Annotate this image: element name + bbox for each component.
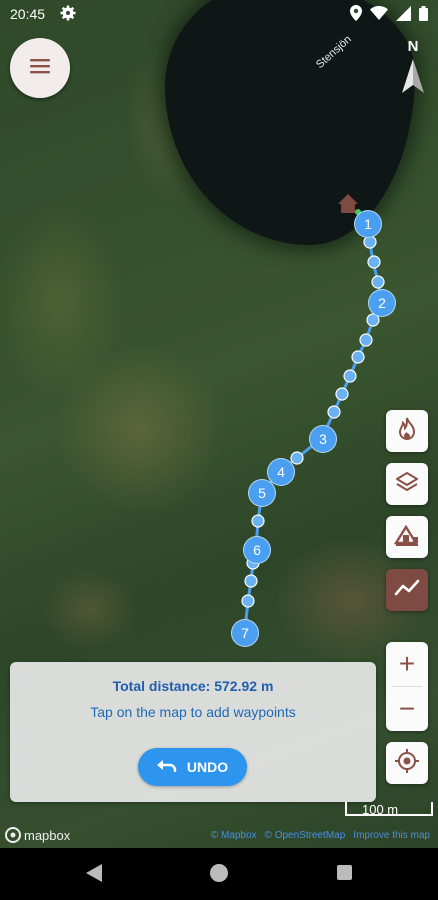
back-icon[interactable] xyxy=(86,864,102,887)
route-mode-button[interactable] xyxy=(386,569,428,611)
shelter-icon xyxy=(393,523,420,552)
undo-label: UNDO xyxy=(186,759,229,775)
fire-button[interactable] xyxy=(386,410,428,452)
mapbox-logo-text: mapbox xyxy=(24,827,71,843)
location-icon xyxy=(350,5,362,24)
battery-icon xyxy=(419,5,428,24)
gear-icon xyxy=(60,5,76,24)
clock: 20:45 xyxy=(10,6,46,22)
waypoint-marker[interactable]: 7 xyxy=(231,619,259,647)
waypoint-marker[interactable]: 2 xyxy=(368,289,396,317)
fire-icon xyxy=(396,417,418,446)
route-dot xyxy=(251,514,265,528)
waypoint-marker[interactable]: 1 xyxy=(354,210,382,238)
total-distance: Total distance: 572.92 m xyxy=(112,678,274,694)
scale-label: 100 m xyxy=(362,802,399,817)
status-bar: 20:45 xyxy=(0,0,438,28)
gps-locate-icon xyxy=(394,748,420,779)
route-dot xyxy=(244,574,258,588)
cabin-icon xyxy=(338,194,361,215)
route-dot xyxy=(241,594,255,608)
mapbox-logo-icon xyxy=(5,827,21,843)
route-dot xyxy=(351,350,365,364)
shelter-button[interactable] xyxy=(386,516,428,558)
mapbox-logo[interactable]: mapbox xyxy=(5,827,70,843)
hint-text: Tap on the map to add waypoints xyxy=(90,704,296,720)
hamburger-menu-icon xyxy=(30,58,50,79)
route-dot xyxy=(335,387,349,401)
zoom-controls: + − xyxy=(386,642,428,731)
route-dot xyxy=(371,275,385,289)
locate-button[interactable] xyxy=(386,742,428,784)
menu-button[interactable] xyxy=(10,38,70,98)
attribution-improve-link[interactable]: Improve this map xyxy=(353,830,430,841)
compass-arrow-icon xyxy=(402,59,424,93)
undo-icon xyxy=(156,759,177,776)
recent-apps-icon[interactable] xyxy=(337,865,352,880)
wifi-icon xyxy=(370,6,388,23)
undo-button[interactable]: UNDO xyxy=(138,748,247,786)
waypoint-marker[interactable]: 3 xyxy=(309,425,337,453)
route-info-panel: Total distance: 572.92 m Tap on the map … xyxy=(10,662,376,802)
route-dot xyxy=(367,255,381,269)
layers-icon xyxy=(395,470,419,499)
route-dot xyxy=(359,333,373,347)
layers-button[interactable] xyxy=(386,463,428,505)
signal-icon xyxy=(396,5,411,24)
zoom-out-button[interactable]: − xyxy=(386,687,428,731)
route-dot xyxy=(290,451,304,465)
system-navigation-bar xyxy=(0,848,438,900)
route-dot xyxy=(327,405,341,419)
zoom-in-button[interactable]: + xyxy=(386,642,428,686)
route-dot xyxy=(343,369,357,383)
compass[interactable]: N xyxy=(398,38,428,98)
map-attribution: © Mapbox © OpenStreetMap Improve this ma… xyxy=(211,830,430,841)
home-icon[interactable] xyxy=(210,864,228,882)
compass-north-letter: N xyxy=(407,38,419,55)
waypoint-marker[interactable]: 5 xyxy=(248,479,276,507)
attribution-osm-link[interactable]: © OpenStreetMap xyxy=(265,830,346,841)
waypoint-marker[interactable]: 6 xyxy=(243,536,271,564)
route-line-icon xyxy=(394,578,420,603)
attribution-mapbox-link[interactable]: © Mapbox xyxy=(211,830,257,841)
